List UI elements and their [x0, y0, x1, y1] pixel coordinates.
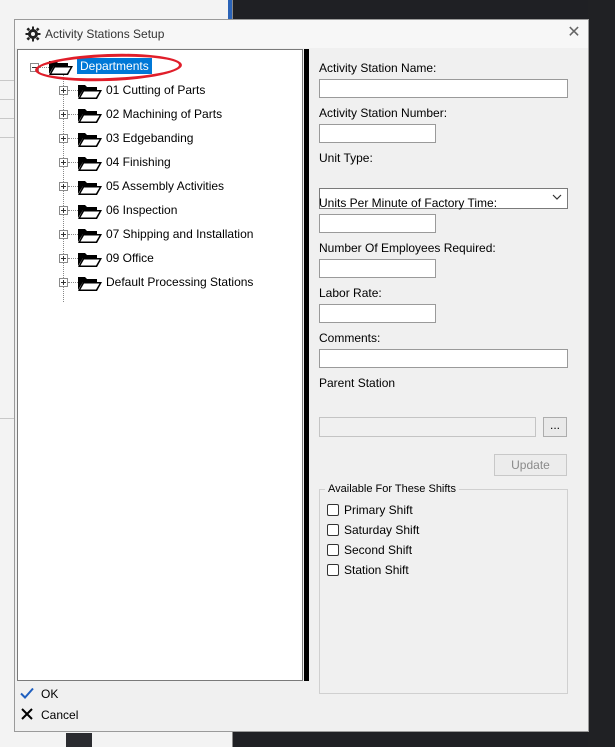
- labor-rate-input[interactable]: [319, 304, 436, 323]
- tree-item[interactable]: 03 Edgebanding: [18, 130, 298, 148]
- shift-label: Station Shift: [344, 563, 409, 577]
- close-icon[interactable]: ✕: [566, 25, 582, 41]
- folder-open-icon: [78, 277, 102, 291]
- expand-toggle-icon[interactable]: [59, 134, 68, 143]
- units-per-minute-label: Units Per Minute of Factory Time:: [319, 196, 498, 210]
- unit-type-label: Unit Type:: [319, 151, 373, 165]
- tree-item-label: 04 Finishing: [106, 155, 171, 169]
- browse-parent-button[interactable]: ...: [543, 417, 567, 437]
- x-icon: [21, 708, 33, 720]
- comments-label: Comments:: [319, 331, 381, 345]
- shifts-group-title: Available For These Shifts: [325, 483, 459, 495]
- expand-toggle-icon[interactable]: [59, 230, 68, 239]
- shift-checkbox[interactable]: Saturday Shift: [327, 523, 527, 539]
- folder-open-icon: [78, 205, 102, 219]
- shifts-group: [319, 489, 568, 694]
- tree-item[interactable]: 02 Machining of Parts: [18, 106, 298, 124]
- activity-stations-dialog: Activity Stations Setup ✕ Departments 01…: [14, 19, 589, 732]
- tree-item-label: 01 Cutting of Parts: [106, 83, 206, 97]
- tree-item[interactable]: 06 Inspection: [18, 202, 298, 220]
- expand-toggle-icon[interactable]: [59, 278, 68, 287]
- employees-required-label: Number Of Employees Required:: [319, 241, 496, 255]
- tree-item[interactable]: 05 Assembly Activities: [18, 178, 298, 196]
- tree-item-label: 03 Edgebanding: [106, 131, 194, 145]
- shift-label: Primary Shift: [344, 503, 413, 517]
- parent-station-label: Parent Station: [319, 376, 396, 390]
- checkbox-icon[interactable]: [327, 524, 339, 536]
- expand-toggle-icon[interactable]: [59, 158, 68, 167]
- tree-item[interactable]: 04 Finishing: [18, 154, 298, 172]
- expand-toggle-icon[interactable]: [59, 254, 68, 263]
- checkbox-icon[interactable]: [327, 544, 339, 556]
- expand-toggle-icon[interactable]: [59, 182, 68, 191]
- folder-open-icon: [78, 157, 102, 171]
- folder-open-icon: [78, 253, 102, 267]
- chevron-down-icon: [552, 194, 562, 200]
- expand-toggle-icon[interactable]: [59, 110, 68, 119]
- folder-open-icon: [78, 109, 102, 123]
- shift-label: Second Shift: [344, 543, 413, 557]
- labor-rate-label: Labor Rate:: [319, 286, 382, 300]
- shift-checkbox[interactable]: Station Shift: [327, 563, 527, 579]
- tree-item-label: 06 Inspection: [106, 203, 178, 217]
- tree-item[interactable]: 01 Cutting of Parts: [18, 82, 298, 100]
- expand-toggle-icon[interactable]: [59, 86, 68, 95]
- employees-required-input[interactable]: [319, 259, 436, 278]
- checkbox-icon[interactable]: [327, 564, 339, 576]
- folder-open-icon: [78, 181, 102, 195]
- tree-item[interactable]: 09 Office: [18, 250, 298, 268]
- units-per-minute-input[interactable]: [319, 214, 436, 233]
- folder-open-icon: [78, 85, 102, 99]
- tree-item-label: 05 Assembly Activities: [106, 179, 225, 193]
- comments-input[interactable]: [319, 349, 568, 368]
- checkbox-icon[interactable]: [327, 504, 339, 516]
- station-name-input[interactable]: [319, 79, 568, 98]
- gear-icon: [25, 26, 41, 42]
- station-number-label: Activity Station Number:: [319, 106, 448, 120]
- departments-tree[interactable]: Departments 01 Cutting of Parts 02 Machin…: [17, 49, 303, 681]
- station-detail-panel: Activity Station Name: Activity Station …: [309, 49, 588, 694]
- cancel-label: Cancel: [41, 708, 79, 722]
- shift-checkbox[interactable]: Primary Shift: [327, 503, 527, 519]
- expand-toggle-icon[interactable]: [59, 206, 68, 215]
- window-title: Activity Stations Setup: [45, 27, 165, 41]
- tree-item-label: Default Processing Stations: [106, 275, 254, 289]
- folder-open-icon: [78, 133, 102, 147]
- ok-label: OK: [41, 687, 59, 701]
- tree-item-label: 09 Office: [106, 251, 154, 265]
- tree-item-label: 07 Shipping and Installation: [106, 227, 254, 241]
- station-name-label: Activity Station Name:: [319, 61, 437, 75]
- parent-station-input: [319, 417, 536, 437]
- station-number-input[interactable]: [319, 124, 436, 143]
- tree-item[interactable]: Default Processing Stations: [18, 274, 298, 292]
- tree-item-label: 02 Machining of Parts: [106, 107, 223, 121]
- folder-open-icon: [78, 229, 102, 243]
- shift-checkbox[interactable]: Second Shift: [327, 543, 527, 559]
- background-dark-strip: [588, 0, 615, 747]
- background-taskbar-icon: [66, 733, 92, 747]
- tree-item[interactable]: 07 Shipping and Installation: [18, 226, 298, 244]
- checkmark-icon: [20, 687, 34, 699]
- update-button[interactable]: Update: [494, 454, 567, 476]
- title-bar[interactable]: Activity Stations Setup ✕: [15, 20, 588, 48]
- shift-label: Saturday Shift: [344, 523, 420, 537]
